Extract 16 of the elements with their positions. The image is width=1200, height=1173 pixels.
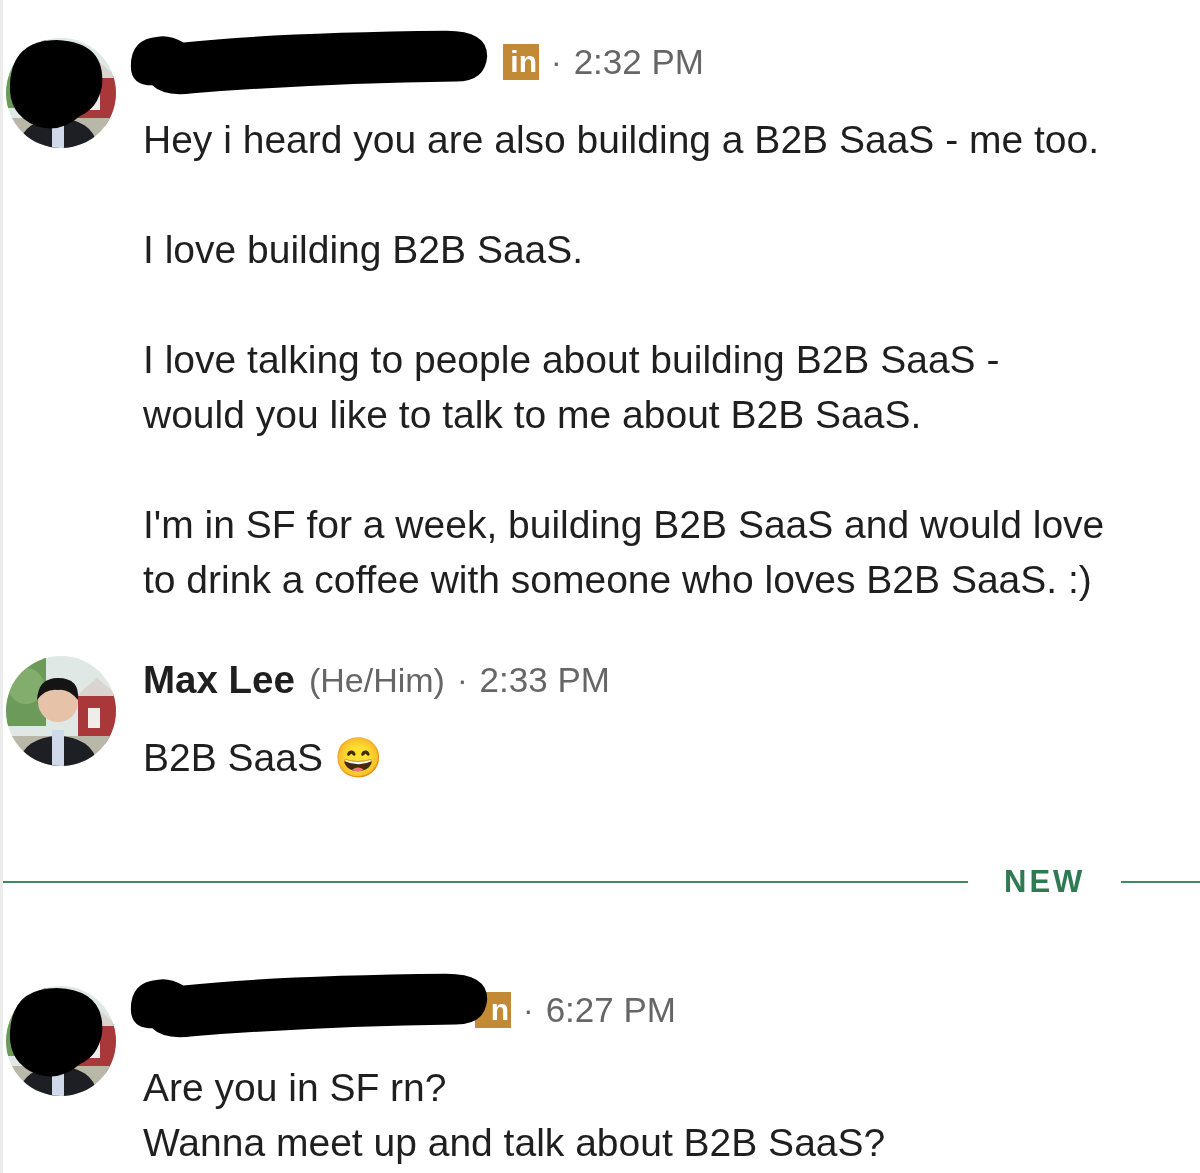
message-text: I'm in SF for a week, building B2B SaaS and would love to drink a coffee with someone who loves B2B SaaS. :) <box>143 502 1106 603</box>
pronouns: (He/Him) <box>308 660 445 700</box>
message-text: Are you in SF rn? Wanna meet up and talk about B2B SaaS? <box>143 1065 887 1166</box>
premium-badge: in <box>503 44 539 80</box>
message-text: B2B SaaS 😄 <box>143 735 384 781</box>
new-messages-label: NEW <box>1004 864 1086 900</box>
separator-dot: · <box>523 991 534 1029</box>
timestamp: 2:33 PM <box>479 660 610 700</box>
separator-dot: · <box>551 43 562 81</box>
timestamp: 6:27 PM <box>545 990 676 1030</box>
separator-dot: · <box>456 661 468 699</box>
sender-name[interactable]: Max Lee <box>143 658 295 702</box>
message-text: I love building B2B SaaS. <box>143 227 585 273</box>
message-text: I love talking to people about building B2B SaaS - would you like to talk to me about B2B SaaS. <box>143 337 1001 438</box>
message-text: Hey i heard you are also building a B2B SaaS - me too. <box>143 117 1101 163</box>
timestamp: 2:32 PM <box>573 42 704 82</box>
